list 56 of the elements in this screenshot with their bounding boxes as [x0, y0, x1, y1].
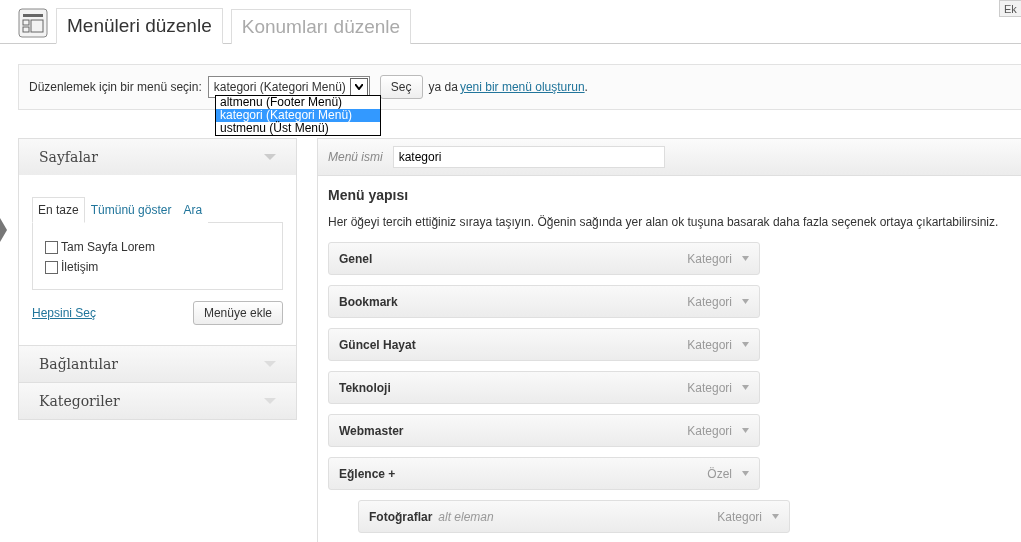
- menu-item[interactable]: Bookmark Kategori: [328, 285, 760, 318]
- section-header[interactable]: Bağlantılar: [19, 346, 296, 382]
- menu-name-field[interactable]: kategori: [392, 146, 665, 168]
- menu-item-type: Kategori: [687, 423, 732, 438]
- menu-name-label: Menü ismi: [328, 150, 383, 164]
- menu-item-title: Genel: [339, 251, 373, 266]
- menu-item[interactable]: Teknoloji Kategori: [328, 371, 760, 404]
- menu-item-title: Bookmark: [339, 294, 398, 309]
- help-text: Her öğeyi tercih ettiğiniz sıraya taşıyın. Öğenin sağında yer alan ok tuşuna basarak daha fazla seçenek ortaya çıkartabilirsiniz.: [328, 215, 1000, 229]
- tab[interactable]: Menüleri düzenle: [56, 8, 223, 44]
- caret-icon[interactable]: [772, 514, 779, 519]
- select-label: Düzenlemek için bir menü seçin:: [29, 80, 202, 94]
- menu-item[interactable]: Eğlence + Özel: [328, 457, 760, 490]
- select-all-link[interactable]: Hepsini Seç: [32, 306, 97, 320]
- checkbox[interactable]: [45, 260, 58, 274]
- caret-icon[interactable]: [742, 385, 749, 390]
- checkbox-label: Tam Sayfa Lorem: [61, 240, 156, 254]
- or-text: ya da: [428, 80, 458, 94]
- create-menu-link[interactable]: yeni bir menü oluşturun: [459, 80, 585, 94]
- chevron-icon[interactable]: [0, 218, 7, 242]
- caret-icon: [264, 398, 276, 404]
- add-to-menu-button[interactable]: Menüye ekle: [192, 301, 283, 325]
- menu-item-type: Kategori: [687, 380, 732, 395]
- select-button[interactable]: Seç: [379, 75, 423, 99]
- menu-item-title: Güncel Hayat: [339, 337, 416, 352]
- menu-item-type: Kategori: [717, 509, 762, 524]
- menu-item-note: alt eleman: [438, 509, 494, 524]
- menu-item[interactable]: Webmaster Kategori: [328, 414, 760, 447]
- menu-item-title: Teknoloji: [339, 380, 391, 395]
- top-button[interactable]: Ek: [999, 0, 1021, 17]
- menu-item[interactable]: Güncel Hayat Kategori: [328, 328, 760, 361]
- section-header[interactable]: Sayfalar: [19, 139, 296, 175]
- menu-item-title: Fotoğraflar: [369, 509, 433, 524]
- caret-icon[interactable]: [742, 256, 749, 261]
- menu-item-title: Webmaster: [339, 423, 404, 438]
- caret-icon: [354, 84, 363, 90]
- menu-layout-icon: [18, 8, 48, 38]
- panel-tab[interactable]: En taze: [32, 197, 85, 223]
- checkbox[interactable]: [45, 240, 58, 254]
- caret-icon[interactable]: [742, 342, 749, 347]
- caret-icon[interactable]: [742, 428, 749, 433]
- menu-select[interactable]: kategori (Kategori Menü): [207, 76, 370, 98]
- menu-item-type: Kategori: [687, 251, 732, 266]
- checkbox-label: İletişim: [61, 260, 99, 274]
- menu-item-title: Eğlence +: [339, 466, 396, 481]
- caret-icon: [264, 154, 276, 160]
- menu-item[interactable]: Genel Kategori: [328, 242, 760, 275]
- menu-item-type: Özel: [707, 466, 732, 481]
- caret-icon[interactable]: [742, 471, 749, 476]
- period-text: .: [584, 80, 588, 94]
- menu-item-type: Kategori: [687, 294, 732, 309]
- menu-item[interactable]: Fotoğraflar alt eleman Kategori: [358, 500, 790, 533]
- section-header[interactable]: Kategoriler: [19, 383, 296, 419]
- section-heading: Menü yapısı: [328, 187, 410, 203]
- caret-icon[interactable]: [742, 299, 749, 304]
- menu-item-type: Kategori: [687, 337, 732, 352]
